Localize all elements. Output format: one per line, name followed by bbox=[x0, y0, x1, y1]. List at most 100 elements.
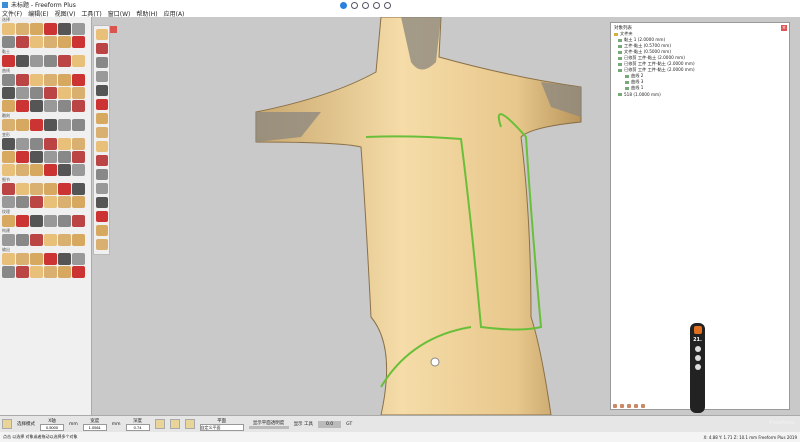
tool-icon[interactable] bbox=[16, 196, 29, 208]
plane-button[interactable] bbox=[169, 419, 180, 429]
tool-icon[interactable] bbox=[2, 100, 15, 112]
tool-icon[interactable] bbox=[95, 197, 108, 208]
tool-icon[interactable] bbox=[72, 164, 85, 176]
tool-icon[interactable] bbox=[2, 23, 15, 35]
tool-icon[interactable] bbox=[16, 215, 29, 227]
tool-icon[interactable] bbox=[58, 253, 71, 265]
tool-icon[interactable] bbox=[30, 196, 43, 208]
tool-icon[interactable] bbox=[2, 196, 15, 208]
tool-icon[interactable] bbox=[72, 36, 85, 48]
tool-icon[interactable] bbox=[2, 74, 15, 86]
tool-icon[interactable] bbox=[2, 55, 15, 67]
tool-icon[interactable] bbox=[95, 99, 108, 110]
tool-icon[interactable] bbox=[58, 215, 71, 227]
tool-icon[interactable] bbox=[30, 36, 43, 48]
control-point[interactable] bbox=[430, 357, 440, 367]
tool-icon[interactable] bbox=[95, 141, 108, 152]
tool-icon[interactable] bbox=[58, 100, 71, 112]
tool-icon[interactable] bbox=[95, 71, 108, 82]
tool-icon[interactable] bbox=[95, 183, 108, 194]
tool-icon[interactable] bbox=[2, 266, 15, 278]
tool-icon[interactable] bbox=[44, 36, 57, 48]
tool-icon[interactable] bbox=[72, 234, 85, 246]
tool-icon[interactable] bbox=[30, 138, 43, 150]
view-icon[interactable] bbox=[694, 355, 701, 361]
tool-icon[interactable] bbox=[58, 266, 71, 278]
tool-icon[interactable] bbox=[95, 225, 108, 236]
tool-icon[interactable] bbox=[620, 404, 624, 408]
tool-icon[interactable] bbox=[16, 36, 29, 48]
tool-icon[interactable] bbox=[95, 113, 108, 124]
app-badge-icon[interactable] bbox=[693, 326, 702, 334]
tool-icon[interactable] bbox=[30, 234, 43, 246]
tool-icon[interactable] bbox=[16, 164, 29, 176]
tool-icon[interactable] bbox=[58, 183, 71, 195]
tool-icon[interactable] bbox=[58, 234, 71, 246]
tool-icon[interactable] bbox=[58, 87, 71, 99]
plane-button[interactable] bbox=[184, 419, 195, 429]
tool-icon[interactable] bbox=[2, 87, 15, 99]
tool-icon[interactable] bbox=[2, 138, 15, 150]
tool-icon[interactable] bbox=[44, 266, 57, 278]
tool-icon[interactable] bbox=[58, 119, 71, 131]
tool-icon[interactable] bbox=[2, 215, 15, 227]
tool-icon[interactable] bbox=[16, 183, 29, 195]
tool-icon[interactable] bbox=[30, 100, 43, 112]
tool-icon[interactable] bbox=[16, 23, 29, 35]
tool-icon[interactable] bbox=[95, 211, 108, 222]
plane-select[interactable]: 自定义平面 bbox=[199, 423, 244, 431]
tool-icon[interactable] bbox=[16, 74, 29, 86]
view-icon[interactable] bbox=[351, 2, 358, 9]
tool-icon[interactable] bbox=[2, 119, 15, 131]
tool-icon[interactable] bbox=[2, 36, 15, 48]
tool-icon[interactable] bbox=[2, 234, 15, 246]
tool-icon[interactable] bbox=[2, 183, 15, 195]
tool-icon[interactable] bbox=[95, 57, 108, 68]
tool-icon[interactable] bbox=[58, 138, 71, 150]
tool-icon[interactable] bbox=[44, 234, 57, 246]
tool-icon[interactable] bbox=[44, 74, 57, 86]
tool-icon[interactable] bbox=[58, 164, 71, 176]
tool-icon[interactable] bbox=[30, 266, 43, 278]
tool-icon[interactable] bbox=[30, 151, 43, 163]
tool-icon[interactable] bbox=[30, 183, 43, 195]
tool-icon[interactable] bbox=[16, 253, 29, 265]
tool-icon[interactable] bbox=[2, 151, 15, 163]
tool-icon[interactable] bbox=[16, 87, 29, 99]
tool-icon[interactable] bbox=[30, 87, 43, 99]
tool-icon[interactable] bbox=[95, 239, 108, 250]
tool-icon[interactable] bbox=[30, 164, 43, 176]
show-tool-checkbox[interactable]: 显示 工具 bbox=[294, 421, 313, 427]
tool-icon[interactable] bbox=[72, 119, 85, 131]
tool-icon[interactable] bbox=[16, 55, 29, 67]
tool-icon[interactable] bbox=[16, 234, 29, 246]
user-icon[interactable] bbox=[340, 2, 347, 9]
tool-icon[interactable] bbox=[44, 215, 57, 227]
mode-icon[interactable] bbox=[2, 419, 12, 429]
tool-icon[interactable] bbox=[72, 266, 85, 278]
info-icon[interactable] bbox=[694, 346, 701, 352]
tool-icon[interactable] bbox=[44, 100, 57, 112]
tool-icon[interactable] bbox=[72, 138, 85, 150]
tool-icon[interactable] bbox=[44, 138, 57, 150]
tool-icon[interactable] bbox=[72, 55, 85, 67]
tool-icon[interactable] bbox=[95, 155, 108, 166]
tool-icon[interactable] bbox=[613, 404, 617, 408]
tool-icon[interactable] bbox=[72, 196, 85, 208]
tool-icon[interactable] bbox=[2, 164, 15, 176]
transparency-slider[interactable] bbox=[248, 425, 289, 429]
tool-icon[interactable] bbox=[95, 43, 108, 54]
tool-icon[interactable] bbox=[16, 266, 29, 278]
home-icon[interactable] bbox=[384, 2, 391, 9]
tool-icon[interactable] bbox=[72, 23, 85, 35]
tool-icon[interactable] bbox=[95, 127, 108, 138]
tool-icon[interactable] bbox=[30, 23, 43, 35]
tool-icon[interactable] bbox=[58, 36, 71, 48]
tool-icon[interactable] bbox=[58, 196, 71, 208]
tool-icon[interactable] bbox=[641, 404, 645, 408]
tool-icon[interactable] bbox=[44, 183, 57, 195]
tool-icon[interactable] bbox=[16, 100, 29, 112]
tool-icon[interactable] bbox=[58, 151, 71, 163]
width-input[interactable] bbox=[82, 423, 107, 431]
tool-icon[interactable] bbox=[44, 119, 57, 131]
